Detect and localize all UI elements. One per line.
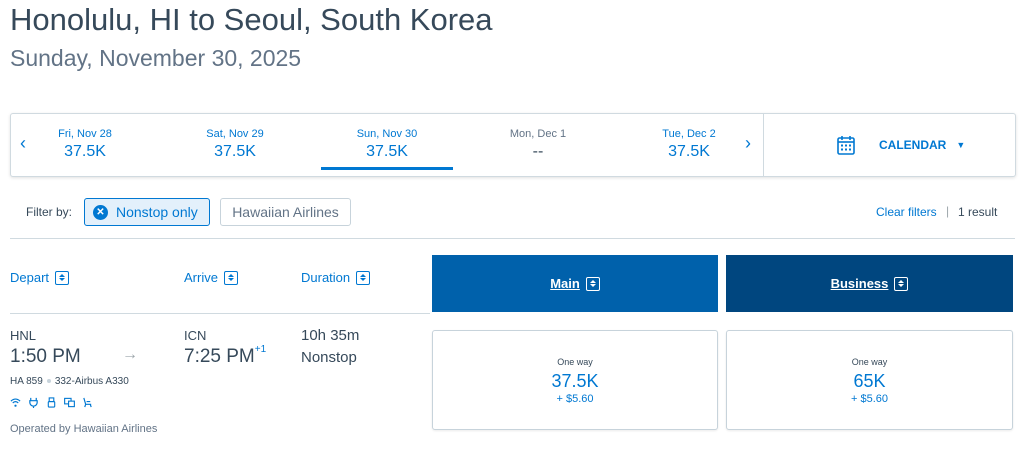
sort-icon — [585, 276, 600, 291]
seat-icon — [82, 397, 93, 408]
fare-type: One way — [557, 357, 593, 367]
sort-icon — [356, 270, 371, 285]
filter-chip-hawaiian-airlines[interactable]: Hawaiian Airlines — [220, 198, 351, 226]
amenities — [10, 397, 93, 408]
wifi-icon — [10, 397, 21, 408]
date-label: Fri, Nov 28 — [58, 128, 112, 140]
next-dates-chevron-icon[interactable]: › — [745, 132, 751, 154]
date-option-dec-1[interactable]: Mon, Dec 1 -- — [473, 128, 603, 161]
date-label: Tue, Dec 2 — [662, 128, 716, 140]
date-option-nov-28[interactable]: Fri, Nov 28 37.5K — [20, 128, 150, 161]
fare-card-business[interactable]: One way 65K + $5.60 — [726, 330, 1013, 430]
filter-chip-label: Nonstop only — [116, 204, 198, 220]
depart-airport-code: HNL — [10, 328, 37, 343]
divider — [763, 114, 764, 176]
sort-depart[interactable]: Depart — [10, 270, 70, 285]
arrow-right-icon: → — [122, 346, 138, 363]
calendar-button[interactable]: CALENDAR ▼ — [837, 134, 965, 156]
page-title: Honolulu, HI to Seoul, South Korea — [10, 2, 493, 37]
arrive-time-wrap: 7:25 PM+1 — [184, 344, 267, 368]
date-label: Sat, Nov 29 — [206, 128, 264, 140]
flight-info[interactable]: HA 859 332-Airbus A330 — [10, 376, 129, 387]
date-option-nov-30-selected[interactable]: Sun, Nov 30 37.5K — [322, 128, 452, 161]
operated-by: Operated by Hawaiian Airlines — [10, 423, 158, 435]
date-strip: ‹ Fri, Nov 28 37.5K Sat, Nov 29 37.5K Su… — [10, 113, 1016, 177]
flight-stops: Nonstop — [301, 349, 357, 366]
filter-chip-nonstop[interactable]: ✕ Nonstop only — [84, 198, 210, 226]
sort-main-cabin[interactable]: Main — [432, 255, 718, 312]
flight-number: HA 859 — [10, 376, 43, 387]
usb-icon — [46, 397, 57, 408]
date-miles: 37.5K — [214, 143, 256, 160]
sort-icon — [894, 276, 909, 291]
entertainment-icon — [64, 397, 75, 408]
date-miles: 37.5K — [366, 143, 408, 160]
divider — [10, 238, 1015, 239]
separator: | — [946, 204, 950, 218]
date-miles: 37.5K — [668, 143, 710, 160]
sort-duration[interactable]: Duration — [301, 270, 371, 285]
date-label: Mon, Dec 1 — [509, 128, 567, 140]
depart-time: 1:50 PM — [10, 346, 81, 367]
filter-chip-label: Hawaiian Airlines — [232, 204, 339, 220]
sort-depart-label: Depart — [10, 270, 50, 285]
date-miles: 37.5K — [64, 143, 106, 160]
fare-miles: 37.5K — [551, 371, 599, 391]
fare-taxes: + $5.60 — [850, 393, 888, 405]
next-day-indicator: +1 — [254, 344, 267, 355]
aircraft-type: 332-Airbus A330 — [54, 376, 129, 387]
selected-date-underline — [321, 167, 453, 170]
main-cabin-label: Main — [550, 276, 580, 291]
arrive-airport-code: ICN — [184, 328, 207, 343]
date-miles: -- — [532, 143, 544, 160]
clear-filters-link[interactable]: Clear filters — [876, 205, 937, 219]
date-option-nov-29[interactable]: Sat, Nov 29 37.5K — [170, 128, 300, 161]
date-label: Sun, Nov 30 — [356, 128, 418, 140]
caret-down-icon: ▼ — [956, 140, 966, 150]
fare-type: One way — [851, 357, 888, 367]
sort-icon — [55, 270, 70, 285]
separator-dot — [46, 379, 51, 383]
sort-business-cabin[interactable]: Business — [726, 255, 1013, 312]
fare-card-main[interactable]: One way 37.5K + $5.60 — [432, 330, 718, 430]
sort-arrive-label: Arrive — [184, 270, 218, 285]
date-option-dec-2[interactable]: Tue, Dec 2 37.5K — [624, 128, 754, 161]
arrive-time: 7:25 PM — [184, 346, 255, 367]
divider — [10, 313, 430, 314]
filter-by-label: Filter by: — [26, 205, 73, 219]
power-plug-icon — [28, 397, 39, 408]
result-count: 1 result — [958, 205, 998, 219]
calendar-label: CALENDAR — [879, 138, 947, 152]
sort-duration-label: Duration — [301, 270, 351, 285]
page-subtitle-date: Sunday, November 30, 2025 — [10, 45, 302, 71]
sort-arrive[interactable]: Arrive — [184, 270, 238, 285]
flight-duration: 10h 35m — [301, 327, 360, 344]
remove-filter-icon[interactable]: ✕ — [93, 204, 108, 220]
calendar-icon — [837, 135, 855, 155]
sort-icon — [223, 270, 238, 285]
fare-miles: 65K — [853, 371, 886, 391]
business-cabin-label: Business — [830, 276, 889, 291]
fare-taxes: + $5.60 — [556, 393, 594, 405]
